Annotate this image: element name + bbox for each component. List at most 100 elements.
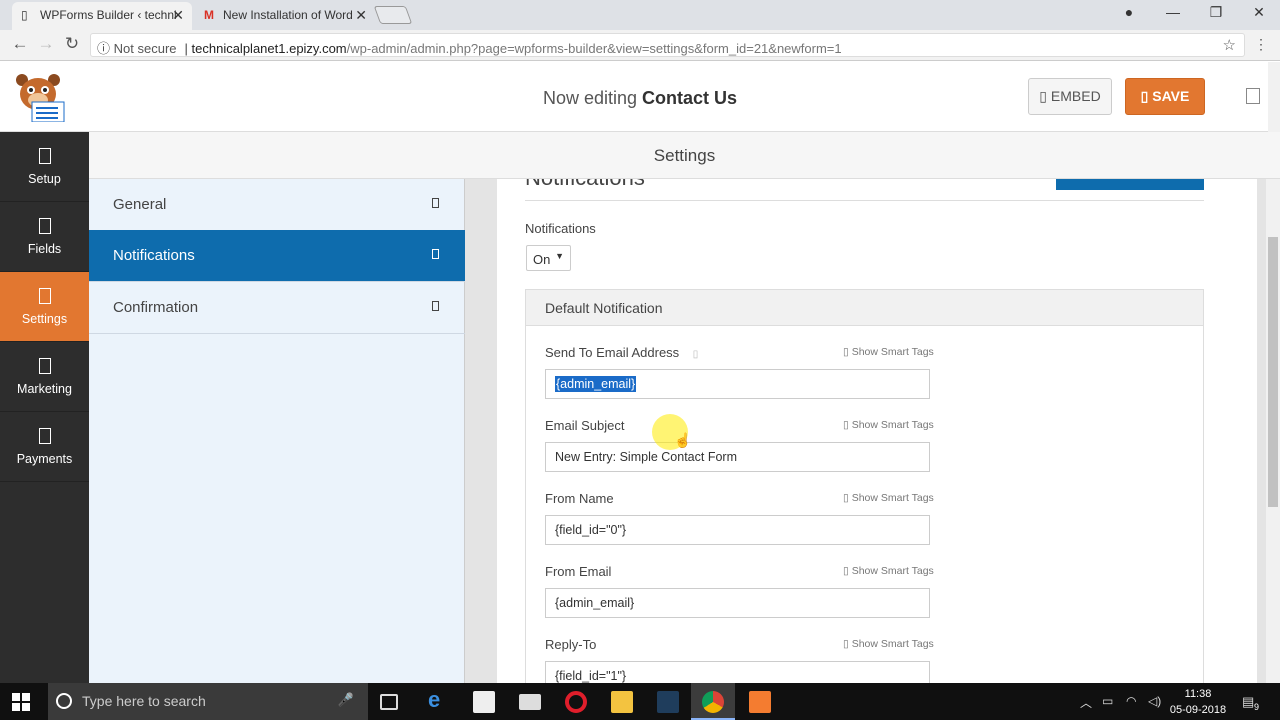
subnav-label: Confirmation bbox=[113, 299, 199, 316]
sidebar-item-fields[interactable]: Fields bbox=[0, 202, 89, 272]
tab-new-installation[interactable]: M New Installation of Word ✕ bbox=[195, 2, 375, 30]
sidebar-item-setup[interactable]: Setup bbox=[0, 132, 89, 202]
forward-icon[interactable]: → bbox=[34, 34, 58, 54]
select-value: On bbox=[533, 252, 551, 267]
reply-to-input[interactable]: {field_id="1"} bbox=[545, 661, 930, 683]
subnav-item-notifications[interactable]: Notifications bbox=[89, 230, 465, 282]
task-view-icon[interactable] bbox=[380, 694, 398, 710]
show-smart-tags-link[interactable]: ▯ Show Smart Tags bbox=[843, 492, 934, 504]
subnav-item-confirmation[interactable]: Confirmation bbox=[89, 282, 465, 334]
tab-title: New Installation of Word bbox=[223, 8, 353, 22]
back-icon[interactable]: ← bbox=[8, 34, 32, 54]
browser-menu-icon[interactable]: ⋮ bbox=[1254, 36, 1268, 53]
chevron-right-icon bbox=[432, 301, 439, 311]
url-path: /wp-admin/admin.php?page=wpforms-builder… bbox=[346, 41, 842, 56]
show-smart-tags-link[interactable]: ▯ Show Smart Tags bbox=[843, 565, 934, 577]
info-icon[interactable]: ⓘ bbox=[97, 41, 110, 56]
smart-tags-label: Show Smart Tags bbox=[851, 638, 934, 650]
close-builder-icon[interactable] bbox=[1246, 88, 1260, 104]
new-tab-button[interactable] bbox=[373, 6, 413, 24]
close-window-icon[interactable]: ✕ bbox=[1244, 4, 1274, 21]
from-name-input[interactable]: {field_id="0"} bbox=[545, 515, 930, 545]
sidebar-item-settings[interactable]: Settings bbox=[0, 272, 89, 342]
field-label: Email Subject bbox=[545, 418, 625, 433]
windows-start-icon[interactable] bbox=[12, 693, 30, 711]
profile-icon[interactable]: ● bbox=[1114, 4, 1144, 20]
sidebar-item-label: Setup bbox=[28, 172, 61, 186]
builder-header: Now editing Contact Us ▯ EMBED ▯ SAVE bbox=[0, 62, 1280, 132]
panel-title: Notifications bbox=[525, 179, 645, 191]
help-icon[interactable]: ▯ bbox=[693, 349, 699, 360]
default-notification-box: Default Notification Send To Email Addre… bbox=[525, 289, 1204, 683]
notifications-panel: Notifications Notifications On ▼ Default… bbox=[497, 179, 1257, 683]
volume-icon[interactable]: ◁) bbox=[1148, 694, 1161, 708]
opera-icon[interactable] bbox=[565, 691, 587, 713]
field-label: Reply-To bbox=[545, 637, 597, 652]
embed-button[interactable]: ▯ EMBED bbox=[1028, 78, 1112, 115]
editing-prefix: Now editing bbox=[542, 88, 638, 108]
field-label: Send To Email Address ▯ bbox=[545, 345, 698, 360]
close-tab-icon[interactable]: ✕ bbox=[172, 7, 184, 24]
send-to-email-input[interactable]: {admin_email} bbox=[545, 369, 930, 399]
settings-content: Notifications Notifications On ▼ Default… bbox=[465, 179, 1266, 683]
from-email-input[interactable]: {admin_email} bbox=[545, 588, 930, 618]
code-icon: ▯ bbox=[1039, 88, 1048, 104]
maximize-icon[interactable]: ❐ bbox=[1201, 4, 1231, 21]
sidebar-item-marketing[interactable]: Marketing bbox=[0, 342, 89, 412]
cortana-icon bbox=[56, 693, 72, 709]
file-explorer-icon[interactable] bbox=[611, 691, 633, 713]
bookmark-star-icon[interactable]: ☆ bbox=[1223, 36, 1236, 54]
add-notification-button[interactable] bbox=[1056, 179, 1204, 190]
battery-icon[interactable]: ▭ bbox=[1102, 694, 1113, 708]
email-subject-input[interactable]: New Entry: Simple Contact Form bbox=[545, 442, 930, 472]
show-smart-tags-link[interactable]: ▯ Show Smart Tags bbox=[843, 346, 934, 358]
chrome-icon[interactable] bbox=[702, 691, 724, 713]
builder-sidebar: Setup Fields Settings Marketing Payments bbox=[0, 132, 89, 683]
save-label: SAVE bbox=[1152, 88, 1190, 104]
wifi-icon[interactable]: ◠ bbox=[1126, 694, 1136, 708]
show-hidden-icons[interactable]: ︿ bbox=[1080, 694, 1092, 711]
minimize-icon[interactable]: — bbox=[1158, 4, 1188, 20]
microphone-icon[interactable]: 🎤 bbox=[338, 692, 354, 708]
windows-taskbar: Type here to search 🎤 e ︿ ▭ ◠ ◁) 11:38 0… bbox=[0, 683, 1280, 720]
form-name: Contact Us bbox=[642, 88, 738, 108]
save-button[interactable]: ▯ SAVE bbox=[1125, 78, 1205, 115]
browser-tab-bar: ▯ WPForms Builder ‹ techni ✕ M New Insta… bbox=[0, 0, 1280, 30]
sidebar-item-label: Fields bbox=[27, 242, 62, 256]
settings-heading: Settings bbox=[89, 132, 1280, 179]
notifications-select[interactable]: On ▼ bbox=[526, 245, 571, 271]
notification-count: 9 bbox=[1254, 702, 1260, 712]
gmail-icon: M bbox=[204, 8, 214, 22]
not-secure-label: Not secure bbox=[113, 41, 177, 56]
recorder-icon[interactable] bbox=[749, 691, 771, 713]
mail-icon[interactable] bbox=[519, 694, 541, 710]
close-tab-icon[interactable]: ✕ bbox=[355, 7, 367, 24]
store-icon[interactable] bbox=[473, 691, 495, 713]
address-bar-row: ← → ↻ ⓘ Not secure | technicalplanet1.epi… bbox=[0, 30, 1280, 61]
chevron-right-icon bbox=[432, 198, 439, 208]
sidebar-item-label: Payments bbox=[16, 452, 73, 466]
url-bar[interactable]: ⓘ Not secure | technicalplanet1.epizy.com… bbox=[90, 33, 1245, 57]
page-icon: ▯ bbox=[21, 8, 28, 22]
action-center-icon[interactable]: ▤ bbox=[1242, 694, 1254, 710]
scrollbar-thumb[interactable] bbox=[1268, 237, 1278, 507]
edge-icon[interactable]: e bbox=[428, 687, 450, 712]
clock[interactable]: 11:38 05-09-2018 bbox=[1168, 686, 1228, 718]
subnav-item-general[interactable]: General bbox=[89, 179, 465, 231]
settings-icon bbox=[38, 288, 51, 304]
smart-tags-label: Show Smart Tags bbox=[851, 346, 934, 358]
reload-icon[interactable]: ↻ bbox=[60, 34, 84, 54]
clock-time: 11:38 bbox=[1184, 688, 1212, 700]
sublime-icon[interactable] bbox=[657, 691, 679, 713]
show-smart-tags-link[interactable]: ▯ Show Smart Tags bbox=[843, 638, 934, 650]
divider bbox=[525, 200, 1204, 201]
tab-wpforms-builder[interactable]: ▯ WPForms Builder ‹ techni ✕ bbox=[12, 2, 192, 30]
show-smart-tags-link[interactable]: ▯ Show Smart Tags bbox=[843, 419, 934, 431]
taskbar-search[interactable]: Type here to search 🎤 bbox=[48, 683, 368, 720]
header-scrollbar[interactable] bbox=[1268, 62, 1280, 132]
sidebar-item-payments[interactable]: Payments bbox=[0, 412, 89, 482]
url-host: technicalplanet1.epizy.com bbox=[191, 41, 347, 56]
fields-icon bbox=[38, 218, 51, 234]
clock-date: 05-09-2018 bbox=[1169, 704, 1227, 716]
embed-label: EMBED bbox=[1050, 88, 1101, 104]
